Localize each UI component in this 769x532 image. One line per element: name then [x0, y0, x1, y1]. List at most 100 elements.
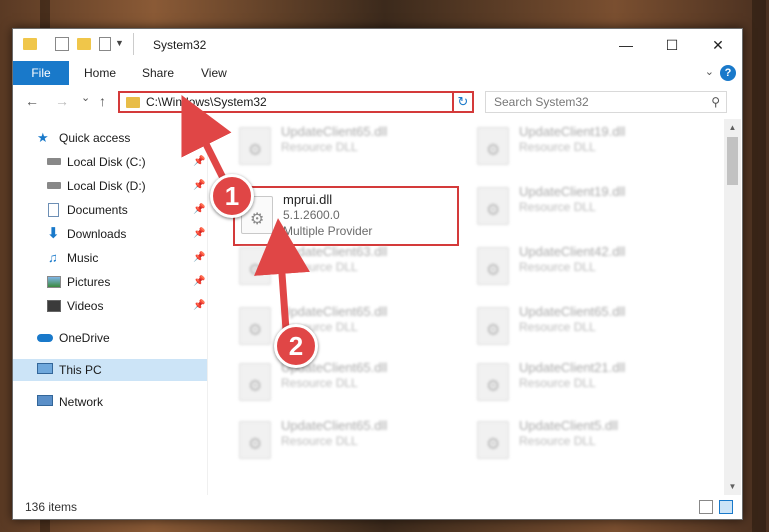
- tab-share[interactable]: Share: [142, 61, 174, 85]
- pin-icon[interactable]: 📌: [193, 295, 205, 317]
- item-count: 136 items: [25, 500, 78, 514]
- sidebar-item-music[interactable]: ♫ Music 📌: [13, 247, 207, 269]
- sidebar-item-videos[interactable]: Videos 📌: [13, 295, 207, 317]
- videos-icon: [47, 300, 61, 312]
- dll-file-icon: [477, 421, 509, 459]
- sidebar-item-local-disk-d[interactable]: Local Disk (D:) 📌: [13, 175, 207, 197]
- network-icon: [37, 395, 53, 406]
- file-name: UpdateClient19.dll: [519, 124, 626, 139]
- large-icons-view-icon[interactable]: [719, 500, 733, 514]
- chevron-down-icon[interactable]: ▼: [115, 38, 124, 48]
- file-type: Resource DLL: [519, 320, 596, 334]
- dll-file-icon: [239, 307, 271, 345]
- vertical-scrollbar[interactable]: ▲ ▼: [724, 119, 741, 495]
- file-tile[interactable]: UpdateClient21.dll Resource DLL: [471, 355, 695, 409]
- new-folder-icon[interactable]: [77, 38, 91, 50]
- file-type: Resource DLL: [281, 434, 358, 448]
- dll-file-icon: [477, 363, 509, 401]
- pictures-icon: [47, 276, 61, 288]
- download-icon: ⬇: [47, 225, 60, 242]
- properties-icon[interactable]: [55, 37, 69, 51]
- ribbon-tabs: File Home Share View ⌄ ?: [13, 61, 742, 86]
- drive-icon: [47, 182, 61, 189]
- sidebar-item-label: Local Disk (D:): [67, 179, 146, 193]
- dll-file-icon: [477, 127, 509, 165]
- sidebar-item-this-pc[interactable]: This PC: [13, 359, 207, 381]
- sidebar-item-documents[interactable]: Documents 📌: [13, 199, 207, 221]
- address-bar[interactable]: C:\Windows\System32 ⌄: [118, 91, 472, 113]
- sidebar-item-pictures[interactable]: Pictures 📌: [13, 271, 207, 293]
- customize-icon[interactable]: [99, 37, 111, 51]
- file-tile-mprui[interactable]: mprui.dll 5.1.2600.0 Multiple Provider: [233, 186, 459, 246]
- folder-icon: [126, 97, 140, 108]
- star-icon: ★: [37, 130, 49, 145]
- step-1-badge: 1: [210, 174, 254, 218]
- separator: [133, 33, 134, 55]
- refresh-button[interactable]: ↻: [452, 91, 474, 113]
- file-type: Resource DLL: [281, 376, 358, 390]
- scroll-up-icon[interactable]: ▲: [724, 123, 741, 132]
- sidebar-item-local-disk-c[interactable]: Local Disk (C:) 📌: [13, 151, 207, 173]
- expand-ribbon-icon[interactable]: ⌄: [705, 65, 714, 78]
- minimize-button[interactable]: —: [603, 29, 649, 61]
- file-tile[interactable]: UpdateClient65.dll Resource DLL: [471, 299, 695, 353]
- pin-icon[interactable]: 📌: [193, 175, 205, 197]
- file-tile[interactable]: UpdateClient65.dll Resource DLL: [233, 299, 457, 353]
- sidebar-item-label: Quick access: [59, 131, 131, 145]
- sidebar-item-label: Videos: [67, 299, 104, 313]
- file-tile[interactable]: UpdateClient63.dll Resource DLL: [233, 239, 457, 293]
- file-name: UpdateClient5.dll: [519, 418, 619, 433]
- dll-file-icon: [239, 247, 271, 285]
- file-tile[interactable]: UpdateClient65.dll Resource DLL: [233, 413, 457, 467]
- pin-icon[interactable]: 📌: [193, 223, 205, 245]
- back-arrow-icon[interactable]: ←: [25, 93, 39, 109]
- tab-home[interactable]: Home: [84, 61, 116, 85]
- sidebar-item-network[interactable]: Network: [13, 391, 207, 413]
- search-icon[interactable]: ⚲: [711, 95, 720, 109]
- file-name: mprui.dll: [283, 192, 333, 207]
- pin-icon[interactable]: 📌: [193, 247, 205, 269]
- sidebar-item-quick-access[interactable]: ★ Quick access: [13, 127, 207, 149]
- scroll-down-icon[interactable]: ▼: [724, 482, 741, 491]
- file-tile[interactable]: UpdateClient19.dll Resource DLL: [471, 179, 695, 233]
- pin-icon[interactable]: 📌: [193, 151, 205, 173]
- sidebar-item-label: OneDrive: [59, 331, 110, 345]
- drive-icon: [47, 158, 61, 165]
- pin-icon[interactable]: 📌: [193, 271, 205, 293]
- tab-file[interactable]: File: [13, 61, 69, 85]
- sidebar-item-label: This PC: [59, 363, 102, 377]
- pin-icon[interactable]: 📌: [193, 199, 205, 221]
- sidebar-item-label: Documents: [67, 203, 128, 217]
- details-view-icon[interactable]: [699, 500, 713, 514]
- address-path[interactable]: C:\Windows\System32: [146, 95, 267, 109]
- up-arrow-icon[interactable]: ↑: [99, 93, 106, 109]
- status-bar: 136 items: [13, 495, 742, 519]
- file-tile[interactable]: UpdateClient65.dll Resource DLL: [233, 119, 457, 173]
- file-tile[interactable]: UpdateClient42.dll Resource DLL: [471, 239, 695, 293]
- maximize-button[interactable]: ☐: [649, 29, 695, 61]
- file-name: UpdateClient42.dll: [519, 244, 626, 259]
- recent-locations-icon[interactable]: ⌄: [81, 91, 90, 104]
- file-type: Resource DLL: [519, 260, 596, 274]
- dll-file-icon: [239, 127, 271, 165]
- file-list: UpdateClient65.dll Resource DLL mprui.dl…: [209, 119, 723, 495]
- file-type: Resource DLL: [519, 140, 596, 154]
- close-button[interactable]: ✕: [695, 29, 741, 61]
- navigation-pane: ★ Quick access Local Disk (C:) 📌 Local D…: [13, 119, 208, 495]
- file-version: 5.1.2600.0: [283, 208, 340, 222]
- dll-file-icon: [477, 187, 509, 225]
- file-name: UpdateClient65.dll: [519, 304, 626, 319]
- file-type: Resource DLL: [519, 200, 596, 214]
- folder-icon[interactable]: [23, 38, 37, 50]
- file-tile[interactable]: UpdateClient65.dll Resource DLL: [233, 355, 457, 409]
- help-icon[interactable]: ?: [720, 65, 736, 81]
- file-tile[interactable]: UpdateClient5.dll Resource DLL: [471, 413, 695, 467]
- sidebar-item-onedrive[interactable]: OneDrive: [13, 327, 207, 349]
- file-type: Multiple Provider: [283, 224, 373, 238]
- forward-arrow-icon[interactable]: →: [55, 93, 69, 109]
- file-tile[interactable]: UpdateClient19.dll Resource DLL: [471, 119, 695, 173]
- tab-view[interactable]: View: [201, 61, 227, 85]
- scrollbar-thumb[interactable]: [727, 137, 738, 185]
- sidebar-item-downloads[interactable]: ⬇ Downloads 📌: [13, 223, 207, 245]
- search-input[interactable]: Search System32 ⚲: [485, 91, 727, 113]
